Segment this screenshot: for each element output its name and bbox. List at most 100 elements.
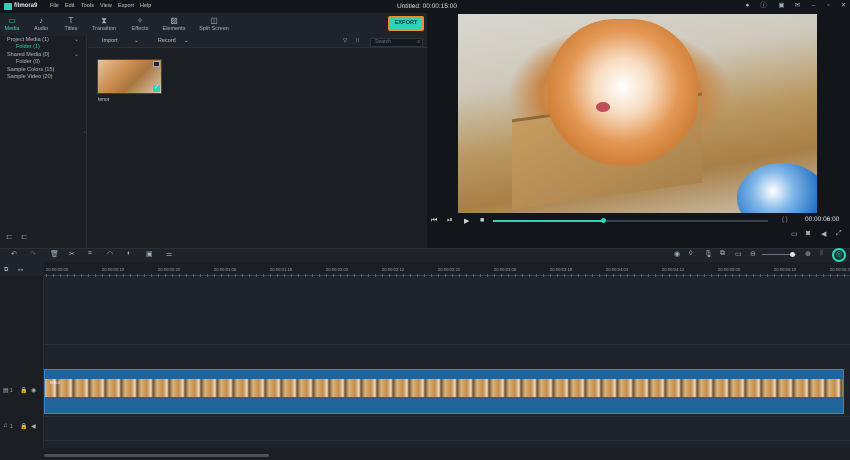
ruler-tick-label: 00:00:00:00 xyxy=(46,267,69,272)
render-preview-icon[interactable]: ◉ xyxy=(674,250,680,258)
display-settings-icon[interactable]: ▭ xyxy=(791,230,798,238)
snap-icon[interactable]: ⧉ xyxy=(720,250,725,258)
marker-icon[interactable]: ◊ xyxy=(689,250,692,257)
tree-shared-media[interactable]: Shared Media (0) xyxy=(7,52,50,58)
lock-icon[interactable]: 🔒 xyxy=(20,423,27,430)
cut-icon[interactable]: ✂ xyxy=(69,250,75,258)
menu-file[interactable]: File xyxy=(50,3,59,9)
notification-icon[interactable]: ✉ xyxy=(794,2,801,10)
tab-label: Audio xyxy=(33,26,49,32)
tab-label: Effects xyxy=(131,26,149,32)
tab-titles[interactable]: T Titles xyxy=(61,13,81,36)
ruler-tick-label: 00:00:01:06 xyxy=(214,267,237,272)
volume-icon[interactable]: ◀ xyxy=(821,230,826,238)
delete-icon[interactable]: 🗑 xyxy=(50,250,59,258)
account-icon[interactable]: ● xyxy=(744,2,751,10)
tab-transition[interactable]: ⧗ Transition xyxy=(90,13,118,36)
ruler-tick-label: 00:00:00:20 xyxy=(158,267,181,272)
chevron-down-icon[interactable]: ⌄ xyxy=(184,38,189,44)
tab-media[interactable]: ▭ Media xyxy=(2,13,22,36)
lock-icon[interactable]: 🔒 xyxy=(20,387,27,394)
menu-edit[interactable]: Edit xyxy=(65,3,74,9)
snapshot-icon[interactable]: ◙ xyxy=(806,230,810,237)
timeline-scrollbar[interactable] xyxy=(44,454,269,457)
blue-toy xyxy=(737,163,817,213)
record-dropdown[interactable]: Record xyxy=(158,38,176,44)
export-button[interactable]: EXPORT xyxy=(388,16,424,31)
chevron-down-icon[interactable]: ⌄ xyxy=(74,36,79,43)
skip-back-icon[interactable]: ⏮ xyxy=(431,217,437,225)
tree-folder-0[interactable]: Folder (0) xyxy=(16,59,40,65)
chevron-down-icon[interactable]: ⌄ xyxy=(134,38,139,44)
tab-audio[interactable]: ♪ Audio xyxy=(31,13,51,36)
ruler-tick-label: 00:00:01:16 xyxy=(270,267,293,272)
maximize-icon[interactable]: ▫ xyxy=(825,2,832,10)
green-screen-icon[interactable]: ▣ xyxy=(146,250,153,258)
search-icon[interactable]: ⌕ xyxy=(417,39,420,46)
menu-view[interactable]: View xyxy=(100,3,112,9)
add-track-icon[interactable]: ⧉ xyxy=(4,267,8,274)
render-button[interactable]: ◎ xyxy=(832,248,846,262)
menu-tools[interactable]: Tools xyxy=(81,3,94,9)
storyboard-icon[interactable]: ▭ xyxy=(735,250,742,258)
tree-project-media[interactable]: Project Media (1) xyxy=(7,37,49,43)
color-icon[interactable]: ◐ xyxy=(127,250,131,257)
audio-track-number: 1 xyxy=(10,424,13,430)
ruler-tick-label: 00:00:05:20 xyxy=(830,267,850,272)
fullscreen-icon[interactable]: ⤢ xyxy=(836,230,842,238)
video-track-number: 1 xyxy=(10,388,13,394)
tree-folder-1[interactable]: Folder (1) xyxy=(16,44,40,50)
close-icon[interactable]: ✕ xyxy=(840,2,847,10)
info-icon[interactable]: ⓘ xyxy=(760,2,767,10)
speaker-icon[interactable]: ◀ xyxy=(31,423,36,430)
search-placeholder: Search xyxy=(375,39,391,45)
ruler-tick-label: 00:00:05:00 xyxy=(718,267,741,272)
undo-icon[interactable]: ↶ xyxy=(11,250,17,258)
import-dropdown[interactable]: Import xyxy=(102,38,118,44)
play-pause-icon[interactable]: ⏯ xyxy=(447,217,453,225)
cart-icon[interactable]: ▣ xyxy=(778,2,785,10)
crop-icon[interactable]: ⌗ xyxy=(88,250,92,258)
clip-filmstrip xyxy=(45,379,843,397)
fit-timeline-icon[interactable]: ⦀ xyxy=(820,250,823,258)
ruler-tick-label: 00:00:02:12 xyxy=(382,267,405,272)
progress-handle[interactable] xyxy=(601,218,606,223)
tab-split-screen[interactable]: ◫ Split Screen xyxy=(198,13,230,36)
zoom-handle[interactable] xyxy=(790,252,795,257)
delete-folder-icon[interactable]: ⊏ xyxy=(21,232,28,241)
zoom-out-icon[interactable]: ⊖ xyxy=(750,250,756,258)
text-icon: T xyxy=(68,16,74,25)
tree-sample-colors[interactable]: Sample Colors (15) xyxy=(7,67,54,73)
zoom-in-icon[interactable]: ⊕ xyxy=(805,250,811,258)
menu-export[interactable]: Export xyxy=(118,3,134,9)
ruler-tick-label: 00:00:03:18 xyxy=(550,267,573,272)
audio-mixer-icon[interactable]: ⚌ xyxy=(166,250,172,258)
redo-icon[interactable]: ↷ xyxy=(30,250,36,258)
stop-icon[interactable]: ■ xyxy=(480,217,484,224)
speed-icon[interactable]: ◠ xyxy=(107,250,113,258)
mark-brackets[interactable]: { } xyxy=(782,217,788,223)
effects-icon: ✧ xyxy=(136,16,144,25)
tab-label: Media xyxy=(4,26,20,32)
menu-help[interactable]: Help xyxy=(140,3,151,9)
track-divider xyxy=(44,416,850,417)
voiceover-icon[interactable]: 🎙 xyxy=(704,250,713,258)
search-input[interactable]: Search ⌕ xyxy=(370,38,423,47)
panel-collapse-icon[interactable]: ‹ xyxy=(84,130,86,136)
playback-progress[interactable] xyxy=(493,218,768,223)
app-name: filmora9 xyxy=(14,3,38,9)
media-thumbnail[interactable]: ✓ xyxy=(97,59,162,94)
new-folder-icon[interactable]: ⊏ xyxy=(6,232,13,241)
minimize-icon[interactable]: – xyxy=(810,2,817,10)
play-icon[interactable]: ▶ xyxy=(464,217,469,225)
filter-icon[interactable]: ▽ xyxy=(343,38,347,44)
link-icon[interactable]: ⚯ xyxy=(18,267,23,274)
eye-icon[interactable]: ◉ xyxy=(31,387,36,394)
chevron-down-icon[interactable]: ⌄ xyxy=(74,51,79,58)
tab-effects[interactable]: ✧ Effects xyxy=(129,13,151,36)
ruler-tick-label: 00:00:03:08 xyxy=(494,267,517,272)
tree-sample-video[interactable]: Sample Video (20) xyxy=(7,74,52,80)
tab-elements[interactable]: ▨ Elements xyxy=(161,13,187,36)
grid-view-icon[interactable]: ⁞⁞ xyxy=(356,38,359,44)
ruler-tick-label: 00:00:02:22 xyxy=(438,267,461,272)
